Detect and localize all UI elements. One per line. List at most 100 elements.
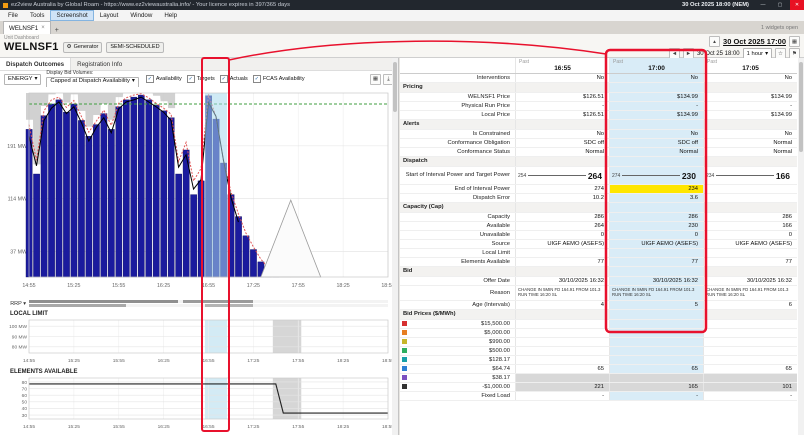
chevron-down-icon: ▾: [34, 76, 38, 82]
svg-text:17:25: 17:25: [247, 424, 259, 430]
menu-item-layout[interactable]: Layout: [94, 10, 125, 21]
row-label: Capacity: [487, 213, 510, 220]
checkbox-fcas-availability[interactable]: ✓: [252, 75, 261, 83]
focal-time[interactable]: 30 Oct 2025 17:00: [723, 37, 786, 46]
legend-targets[interactable]: ✓ Targets: [186, 75, 215, 83]
row-capacity: Capacity 286 286 286: [400, 213, 797, 222]
left-pane-scrollbar[interactable]: [392, 58, 398, 435]
legend-fcas-availability[interactable]: ✓ FCAS Availability: [252, 75, 305, 83]
checkbox-availability[interactable]: ✓: [145, 75, 154, 83]
menu-item-screenshot[interactable]: Screenshot: [50, 10, 94, 21]
maximize-button[interactable]: ▢: [773, 0, 787, 10]
chart-mode-icon[interactable]: ▦: [370, 73, 381, 85]
rrp-strip-row: RRP ▾: [2, 299, 394, 308]
svg-text:15:25: 15:25: [68, 424, 80, 430]
cell-offer-date-2: 30/10/2025 16:32: [703, 277, 797, 285]
row-conformance-status: Conformance Status Normal Normal Normal: [400, 148, 797, 157]
power-transition-line: [622, 175, 680, 176]
row-interventions: Interventions No No No: [400, 74, 797, 83]
cell-available-1: 230: [609, 222, 703, 230]
row-end-of-interval-power: End of Interval Power 274 234: [400, 185, 797, 194]
target-power: 166: [775, 170, 790, 181]
menu-item-help[interactable]: Help: [158, 10, 183, 21]
cell-500-00-2: [703, 347, 797, 355]
menu-item-window[interactable]: Window: [124, 10, 158, 21]
cell-15-500-00-2: [703, 320, 797, 328]
rrp-segment-1-0: [29, 304, 126, 307]
svg-text:17:25: 17:25: [247, 358, 259, 364]
cell-dispatch-0: [515, 157, 609, 166]
bid-band-price: $64.74: [492, 365, 510, 372]
cell-fixed-load-2: -: [703, 392, 797, 400]
cell-is-constrained-0: No: [515, 130, 609, 138]
cell-500-00-0: [515, 347, 609, 355]
cell-15-500-00-0: [515, 320, 609, 328]
cell-local-price-1: $134.99: [609, 111, 703, 119]
cell-128-17-1: [609, 356, 703, 364]
cell-128-17-0: [515, 356, 609, 364]
cell-38-17-1: [609, 374, 703, 382]
add-tab-button[interactable]: +: [51, 27, 63, 34]
row-label: Interventions: [476, 74, 510, 81]
time-controls: ▴ 30 Oct 2025 17:00 ▦ ◄ ► 30 Oct 25 18:0…: [668, 35, 800, 59]
row-conformance-obligation: Conformance Obligation SDC off SDC off Norm…: [400, 139, 797, 148]
svg-text:17:55: 17:55: [292, 358, 304, 364]
power-transition-line: [528, 175, 586, 176]
row-label: Offer Date: [483, 277, 510, 284]
svg-text:15:25: 15:25: [68, 358, 80, 364]
cell-dispatch-error-2: [703, 194, 797, 202]
cell-available-2: 166: [703, 222, 797, 230]
bid-band-swatch: [402, 357, 407, 363]
tab-dispatch-outcomes[interactable]: Dispatch Outcomes: [0, 58, 72, 70]
cell-conformance-obligation-2: Normal: [703, 139, 797, 147]
svg-text:18:25: 18:25: [337, 424, 349, 430]
bid-band-price: -$1,000.00: [482, 383, 510, 390]
cell-38-17-0: [515, 374, 609, 382]
checkbox-actuals[interactable]: ✓: [219, 75, 228, 83]
row-label: Available: [486, 222, 510, 229]
row-source: Source UIGF AEMO (ASEFS) UIGF AEMO (ASEFS)…: [400, 240, 797, 249]
svg-text:16:55: 16:55: [202, 424, 214, 430]
cell-990-00-2: [703, 338, 797, 346]
bid-band-label: $15,500.00: [400, 321, 515, 327]
cell-990-00-0: [515, 338, 609, 346]
cell-bid-0: [515, 267, 609, 276]
svg-text:191 MW: 191 MW: [7, 144, 27, 150]
menu-item-tools[interactable]: Tools: [24, 10, 50, 21]
svg-text:37 MW: 37 MW: [10, 250, 27, 256]
cell-dispatch-error-1: 3.6: [609, 194, 703, 202]
bid-volumes-select[interactable]: Capped at Dispatch Availability ▾: [46, 76, 139, 88]
bid-band-swatch: [402, 339, 407, 345]
bid-band-swatch: [402, 330, 407, 336]
cell-990-00-1: [609, 338, 703, 346]
expand-time-button[interactable]: ▴: [709, 36, 721, 47]
scrollbar-thumb[interactable]: [393, 62, 397, 112]
row-label: Physical Run Price: [461, 102, 510, 109]
dispatch-chart-svg: 14:55 15:25 15:55 16:25 16:55 17:25 17:55 18:25…: [2, 87, 394, 297]
cell-source-0: UIGF AEMO (ASEFS): [515, 240, 609, 248]
bid-band-price: $5,000.00: [484, 329, 510, 336]
calendar-icon[interactable]: ▦: [789, 36, 800, 47]
svg-text:16:25: 16:25: [158, 424, 170, 430]
rrp-segment-1-1: [204, 304, 254, 307]
tab-close-icon[interactable]: ×: [41, 25, 45, 31]
tab-welnsf1[interactable]: WELNSF1 ×: [3, 21, 51, 34]
menu-item-file[interactable]: File: [2, 10, 24, 21]
rrp-select[interactable]: RRP ▾: [2, 301, 26, 307]
cell-is-constrained-2: No: [703, 130, 797, 138]
legend-actuals[interactable]: ✓ Actuals: [219, 75, 248, 83]
row-dispatch-error: Dispatch Error 10.2 3.6: [400, 194, 797, 203]
legend-availability[interactable]: ✓ Availability: [145, 75, 182, 83]
right-pane-scrollbar[interactable]: [798, 58, 804, 435]
minimize-button[interactable]: —: [756, 0, 770, 10]
cell-64-74-0: 65: [515, 365, 609, 373]
svg-text:14:55: 14:55: [23, 424, 35, 430]
energy-select[interactable]: ENERGY ▾: [4, 73, 42, 85]
tab-registration-info[interactable]: Registration Info: [71, 58, 128, 70]
scrollbar-thumb[interactable]: [799, 62, 803, 152]
checkbox-targets[interactable]: ✓: [186, 75, 195, 83]
cell-unavailable-2: 0: [703, 231, 797, 239]
close-button[interactable]: ✕: [790, 0, 804, 10]
svg-text:17:55: 17:55: [292, 283, 305, 289]
app-logo-icon: [3, 2, 8, 8]
